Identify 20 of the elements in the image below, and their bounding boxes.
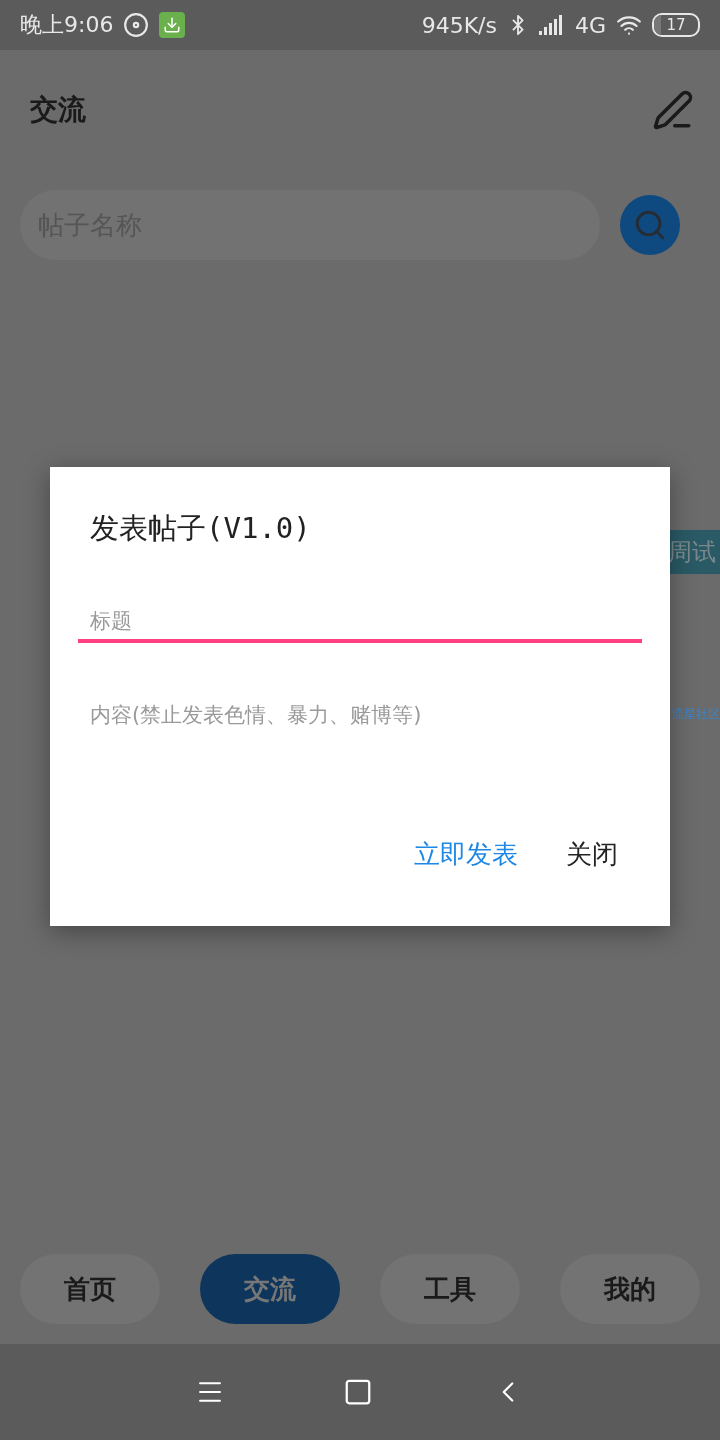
home-icon[interactable]	[343, 1377, 373, 1407]
nav-tab[interactable]: 我的	[560, 1254, 700, 1324]
dialog-button[interactable]: 关闭	[566, 837, 618, 872]
nav-tab[interactable]: 交流	[200, 1254, 340, 1324]
dialog-button[interactable]: 立即发表	[414, 837, 518, 872]
search-icon	[633, 208, 667, 242]
network-speed: 945K/s	[421, 12, 497, 38]
edit-icon[interactable]	[652, 89, 694, 131]
title-field[interactable]: 标题	[78, 609, 642, 643]
dialog-title: 发表帖子(V1.0)	[89, 510, 312, 547]
network-type: 4G	[574, 12, 606, 38]
disc-icon	[123, 12, 150, 38]
page-title: 交流	[30, 92, 86, 128]
status-time: 晚上9:06	[20, 11, 114, 39]
battery-icon: 17	[652, 13, 700, 37]
nav-tab[interactable]: 工具	[380, 1254, 520, 1324]
search-button[interactable]	[620, 195, 680, 255]
download-icon	[159, 12, 186, 38]
signal-icon	[538, 15, 565, 35]
nav-tab[interactable]: 首页	[20, 1254, 160, 1324]
